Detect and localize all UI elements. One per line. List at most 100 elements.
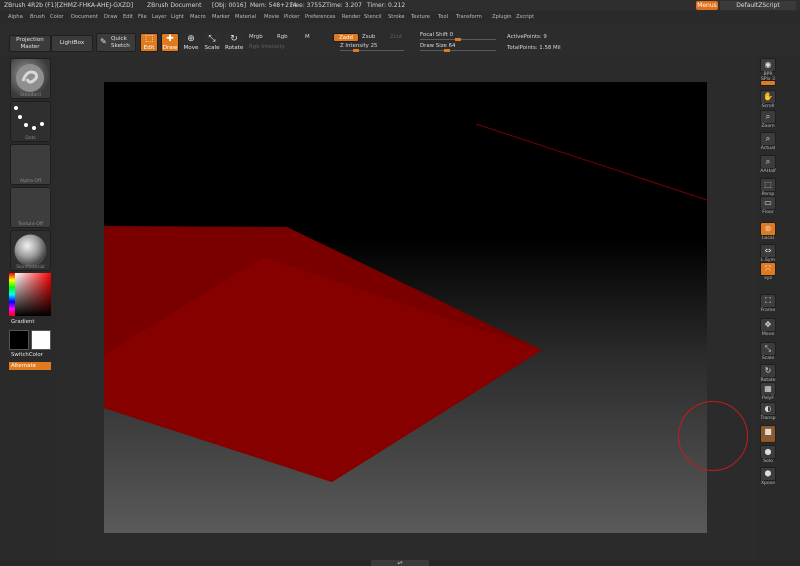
rightshelf-scroll-label: Scroll [761, 104, 775, 109]
perspective-icon: ⬚ [764, 180, 772, 189]
secondary-color-swatch[interactable] [31, 330, 51, 350]
script-button[interactable]: DefaultZScript [720, 1, 796, 10]
collapse-arrows-icon[interactable]: ▴▾ [371, 560, 429, 566]
rightshelf-floor-button[interactable]: ▭ [760, 196, 776, 210]
edit-button[interactable]: ⬚ Edit [140, 33, 158, 52]
menu-picker[interactable]: Picker [284, 11, 299, 23]
rightshelf-xyz-button[interactable]: ⤧ [760, 262, 776, 276]
zadd-toggle[interactable]: Zadd [333, 33, 359, 42]
menu-material[interactable]: Material [235, 11, 256, 23]
menu-layer[interactable]: Layer [152, 11, 166, 23]
magnifier-icon: ⌕ [765, 134, 771, 143]
rightshelf-solo-button[interactable]: ● [760, 445, 776, 459]
menu-light[interactable]: Light [171, 11, 184, 23]
menu-texture[interactable]: Texture [411, 11, 430, 23]
menu-brush[interactable]: Brush [30, 11, 45, 23]
rightshelf-ghost-button[interactable]: ■ [760, 425, 776, 443]
focal-shift-slider[interactable]: Focal Shift 0 [420, 32, 496, 41]
m-toggle[interactable]: M [305, 34, 310, 40]
rightshelf-frame-button[interactable]: ⛶ [760, 294, 776, 308]
rightshelf-transp-button[interactable]: ◐ [760, 402, 776, 416]
viewport-render[interactable] [104, 82, 708, 533]
mrgb-toggle[interactable]: Mrgb [249, 34, 263, 40]
menu-tool[interactable]: Tool [438, 11, 448, 23]
zcut-toggle[interactable]: Zcut [390, 34, 402, 40]
hand-icon: ✋ [763, 92, 773, 101]
menu-transform[interactable]: Transform [456, 11, 482, 23]
rightshelf-polyf-button[interactable]: ▦ [760, 382, 776, 396]
z-intensity-slider[interactable]: Z Intensity 25 [340, 43, 404, 52]
rightshelf-zoom-button[interactable]: ⌕ [760, 110, 776, 124]
draw-button[interactable]: ✚ Draw [161, 33, 179, 52]
menu-stencil[interactable]: Stencil [364, 11, 382, 23]
move-label: Move [183, 45, 199, 51]
main-color-swatch[interactable] [9, 330, 29, 350]
menu-draw[interactable]: Draw [104, 11, 118, 23]
rightshelf-xyz-label: xyz [764, 276, 772, 281]
xpose-icon: ⬢ [764, 469, 772, 478]
move-icon: ⊕ [187, 34, 195, 44]
rightshelf-aahalf-button[interactable]: ⌕ [760, 155, 776, 169]
menu-render[interactable]: Render [342, 11, 360, 23]
alternate-button[interactable]: Alternate [9, 362, 51, 370]
menu-marker[interactable]: Marker [212, 11, 230, 23]
magnifier-icon: ⌕ [765, 157, 771, 166]
menu-preferences[interactable]: Preferences [305, 11, 336, 23]
lightbox-button[interactable]: LightBox [51, 35, 93, 52]
rightshelf-frame-label: Frame [760, 308, 776, 313]
rightshelf-local-button[interactable]: ⊛ [760, 222, 776, 236]
scale-button[interactable]: ⤡ Scale [203, 33, 221, 52]
menu-stroke[interactable]: Stroke [388, 11, 405, 23]
document-canvas[interactable] [104, 82, 708, 533]
z-intensity-knob[interactable] [353, 49, 359, 52]
menu-edit[interactable]: Edit [123, 11, 133, 23]
menu-document[interactable]: Document [71, 11, 98, 23]
projection-master-button[interactable]: Projection Master [9, 35, 51, 52]
rgb-toggle[interactable]: Rgb [277, 34, 288, 40]
timer-stat: Timer: 0.212 [367, 2, 406, 9]
rightshelf-bpr-button[interactable]: ◉ [760, 58, 776, 72]
rgb-intensity-slider[interactable]: Rgb Intensity [249, 44, 285, 50]
draw-size-slider[interactable]: Draw Size 64 [420, 43, 496, 52]
move-icon: ✥ [764, 320, 772, 329]
scale-label: Scale [204, 45, 220, 51]
menu-zplugin[interactable]: Zplugin [492, 11, 512, 23]
scale-icon: ⤡ [208, 34, 216, 44]
texture-label: Texture Off [17, 222, 44, 227]
rightshelf-spix-label: SPix 3 [761, 77, 775, 82]
quick-sketch-button[interactable]: ✎ Quick Sketch [96, 33, 136, 52]
menu-alpha[interactable]: Alpha [8, 11, 23, 23]
obj-stat: [Obj: 0016] [212, 2, 247, 9]
rightshelf-xpose-label: Xpose [760, 481, 776, 486]
gradient-label[interactable]: Gradient [11, 319, 34, 325]
rightshelf-polyf-label: PolyF [761, 396, 775, 401]
total-points: TotalPoints: 1.58 Mil [507, 45, 561, 51]
rightshelf-scroll-button[interactable]: ✋ [760, 90, 776, 104]
material-label: SkinMaterial [16, 265, 45, 270]
focal-shift-label: Focal Shift 0 [420, 32, 454, 38]
rotate-button[interactable]: ↻ Rotate [224, 33, 244, 52]
menu-color[interactable]: Color [50, 11, 64, 23]
rightshelf-move-button[interactable]: ✥ [760, 318, 776, 332]
menu-file[interactable]: File [138, 11, 147, 23]
focal-shift-knob[interactable] [455, 38, 461, 41]
rightshelf-rotate-button[interactable]: ↻ [760, 364, 776, 378]
draw-size-knob[interactable] [444, 49, 451, 52]
rightshelf-persp-button[interactable]: ⬚ [760, 178, 776, 192]
saturation-value-square[interactable] [15, 273, 51, 316]
rightshelf-actual-button[interactable]: ⌕ [760, 132, 776, 146]
rightshelf-scale-button[interactable]: ⤡ [760, 342, 776, 356]
zsub-toggle[interactable]: Zsub [362, 34, 375, 40]
local-icon: ⊛ [764, 224, 772, 233]
active-points: ActivePoints: 9 [507, 34, 547, 40]
document-title: ZBrush Document [147, 2, 202, 9]
menus-button[interactable]: Menus [696, 1, 718, 10]
move-button[interactable]: ⊕ Move [182, 33, 200, 52]
rightshelf-xpose-button[interactable]: ⬢ [760, 467, 776, 481]
menu-macro[interactable]: Macro [190, 11, 206, 23]
rightshelf-lsym-button[interactable]: ⇔ [760, 244, 776, 258]
switchcolor-label[interactable]: SwitchColor [11, 352, 43, 358]
menu-movie[interactable]: Movie [264, 11, 279, 23]
menu-zscript[interactable]: Zscript [516, 11, 534, 23]
color-picker[interactable] [9, 273, 51, 316]
